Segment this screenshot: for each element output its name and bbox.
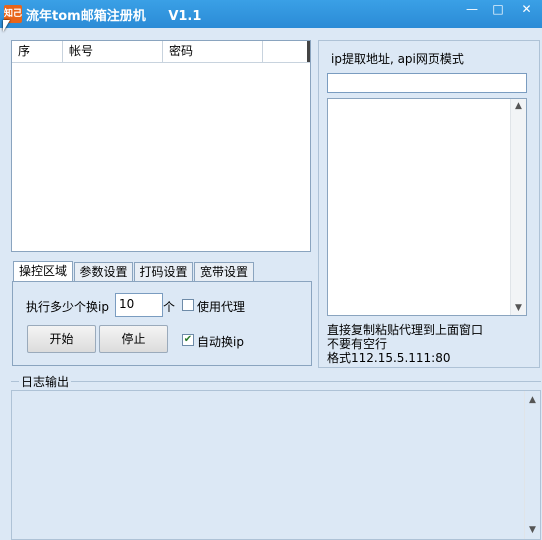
proxy-heading: ip提取地址, api网页模式 (331, 52, 464, 66)
use-proxy-checkbox[interactable] (182, 299, 194, 311)
auto-switch-label: 自动换ip (197, 335, 244, 349)
window-title: 流年tom邮箱注册机 V1.1 (26, 9, 202, 24)
per-ip-unit: 个 (163, 300, 176, 314)
mouse-cursor-icon (3, 20, 10, 32)
tab-captcha[interactable]: 打码设置 (134, 262, 193, 282)
auto-switch-checkbox[interactable]: ✔ (182, 334, 194, 346)
column-header-password[interactable]: 密码 (163, 41, 263, 62)
tab-broadband[interactable]: 宽带设置 (194, 262, 254, 282)
scroll-down-icon[interactable]: ▼ (511, 301, 526, 315)
tab-parameters[interactable]: 参数设置 (74, 262, 133, 282)
close-button[interactable]: ✕ (511, 0, 542, 20)
list-header: 序 帐号 密码 (12, 41, 310, 63)
tab-control-area[interactable]: 操控区域 (13, 261, 73, 282)
proxy-group: ip提取地址, api网页模式 ▲ ▼ 直接复制粘贴代理到上面窗口 不要有空行 … (318, 40, 540, 368)
use-proxy-label: 使用代理 (197, 300, 246, 314)
proxy-url-input[interactable] (327, 73, 527, 93)
proxy-list-scrollbar[interactable]: ▲ ▼ (510, 99, 526, 315)
log-legend: 日志输出 (19, 373, 72, 390)
per-ip-input[interactable]: 10 (115, 293, 163, 317)
column-header-account[interactable]: 帐号 (63, 41, 163, 62)
column-header-index[interactable]: 序 (12, 41, 63, 62)
account-list[interactable]: 序 帐号 密码 (11, 40, 311, 252)
log-scroll-down-icon[interactable]: ▼ (525, 523, 540, 537)
log-scroll-up-icon[interactable]: ▲ (525, 393, 540, 407)
log-group: 日志输出 ▲ ▼ (11, 373, 541, 540)
maximize-button[interactable]: □ (485, 0, 511, 20)
start-button[interactable]: 开始 (27, 325, 96, 353)
scroll-up-icon[interactable]: ▲ (511, 99, 526, 113)
log-textarea[interactable]: ▲ ▼ (11, 390, 541, 540)
minimize-button[interactable]: — (459, 0, 485, 20)
hint-line-3: 格式112.15.5.111:80 (327, 351, 451, 365)
stop-button[interactable]: 停止 (99, 325, 168, 353)
log-scrollbar[interactable]: ▲ ▼ (524, 391, 540, 539)
per-ip-label: 执行多少个换ip (26, 300, 109, 314)
title-bar: 知己 流年tom邮箱注册机 V1.1 — □ ✕ (0, 0, 542, 28)
control-tab-panel: 执行多少个换ip 10 个 使用代理 开始 停止 ✔ 自动换ip (12, 281, 312, 366)
list-scrollbar-stub (307, 41, 310, 62)
proxy-list-textarea[interactable]: ▲ ▼ (327, 98, 527, 316)
